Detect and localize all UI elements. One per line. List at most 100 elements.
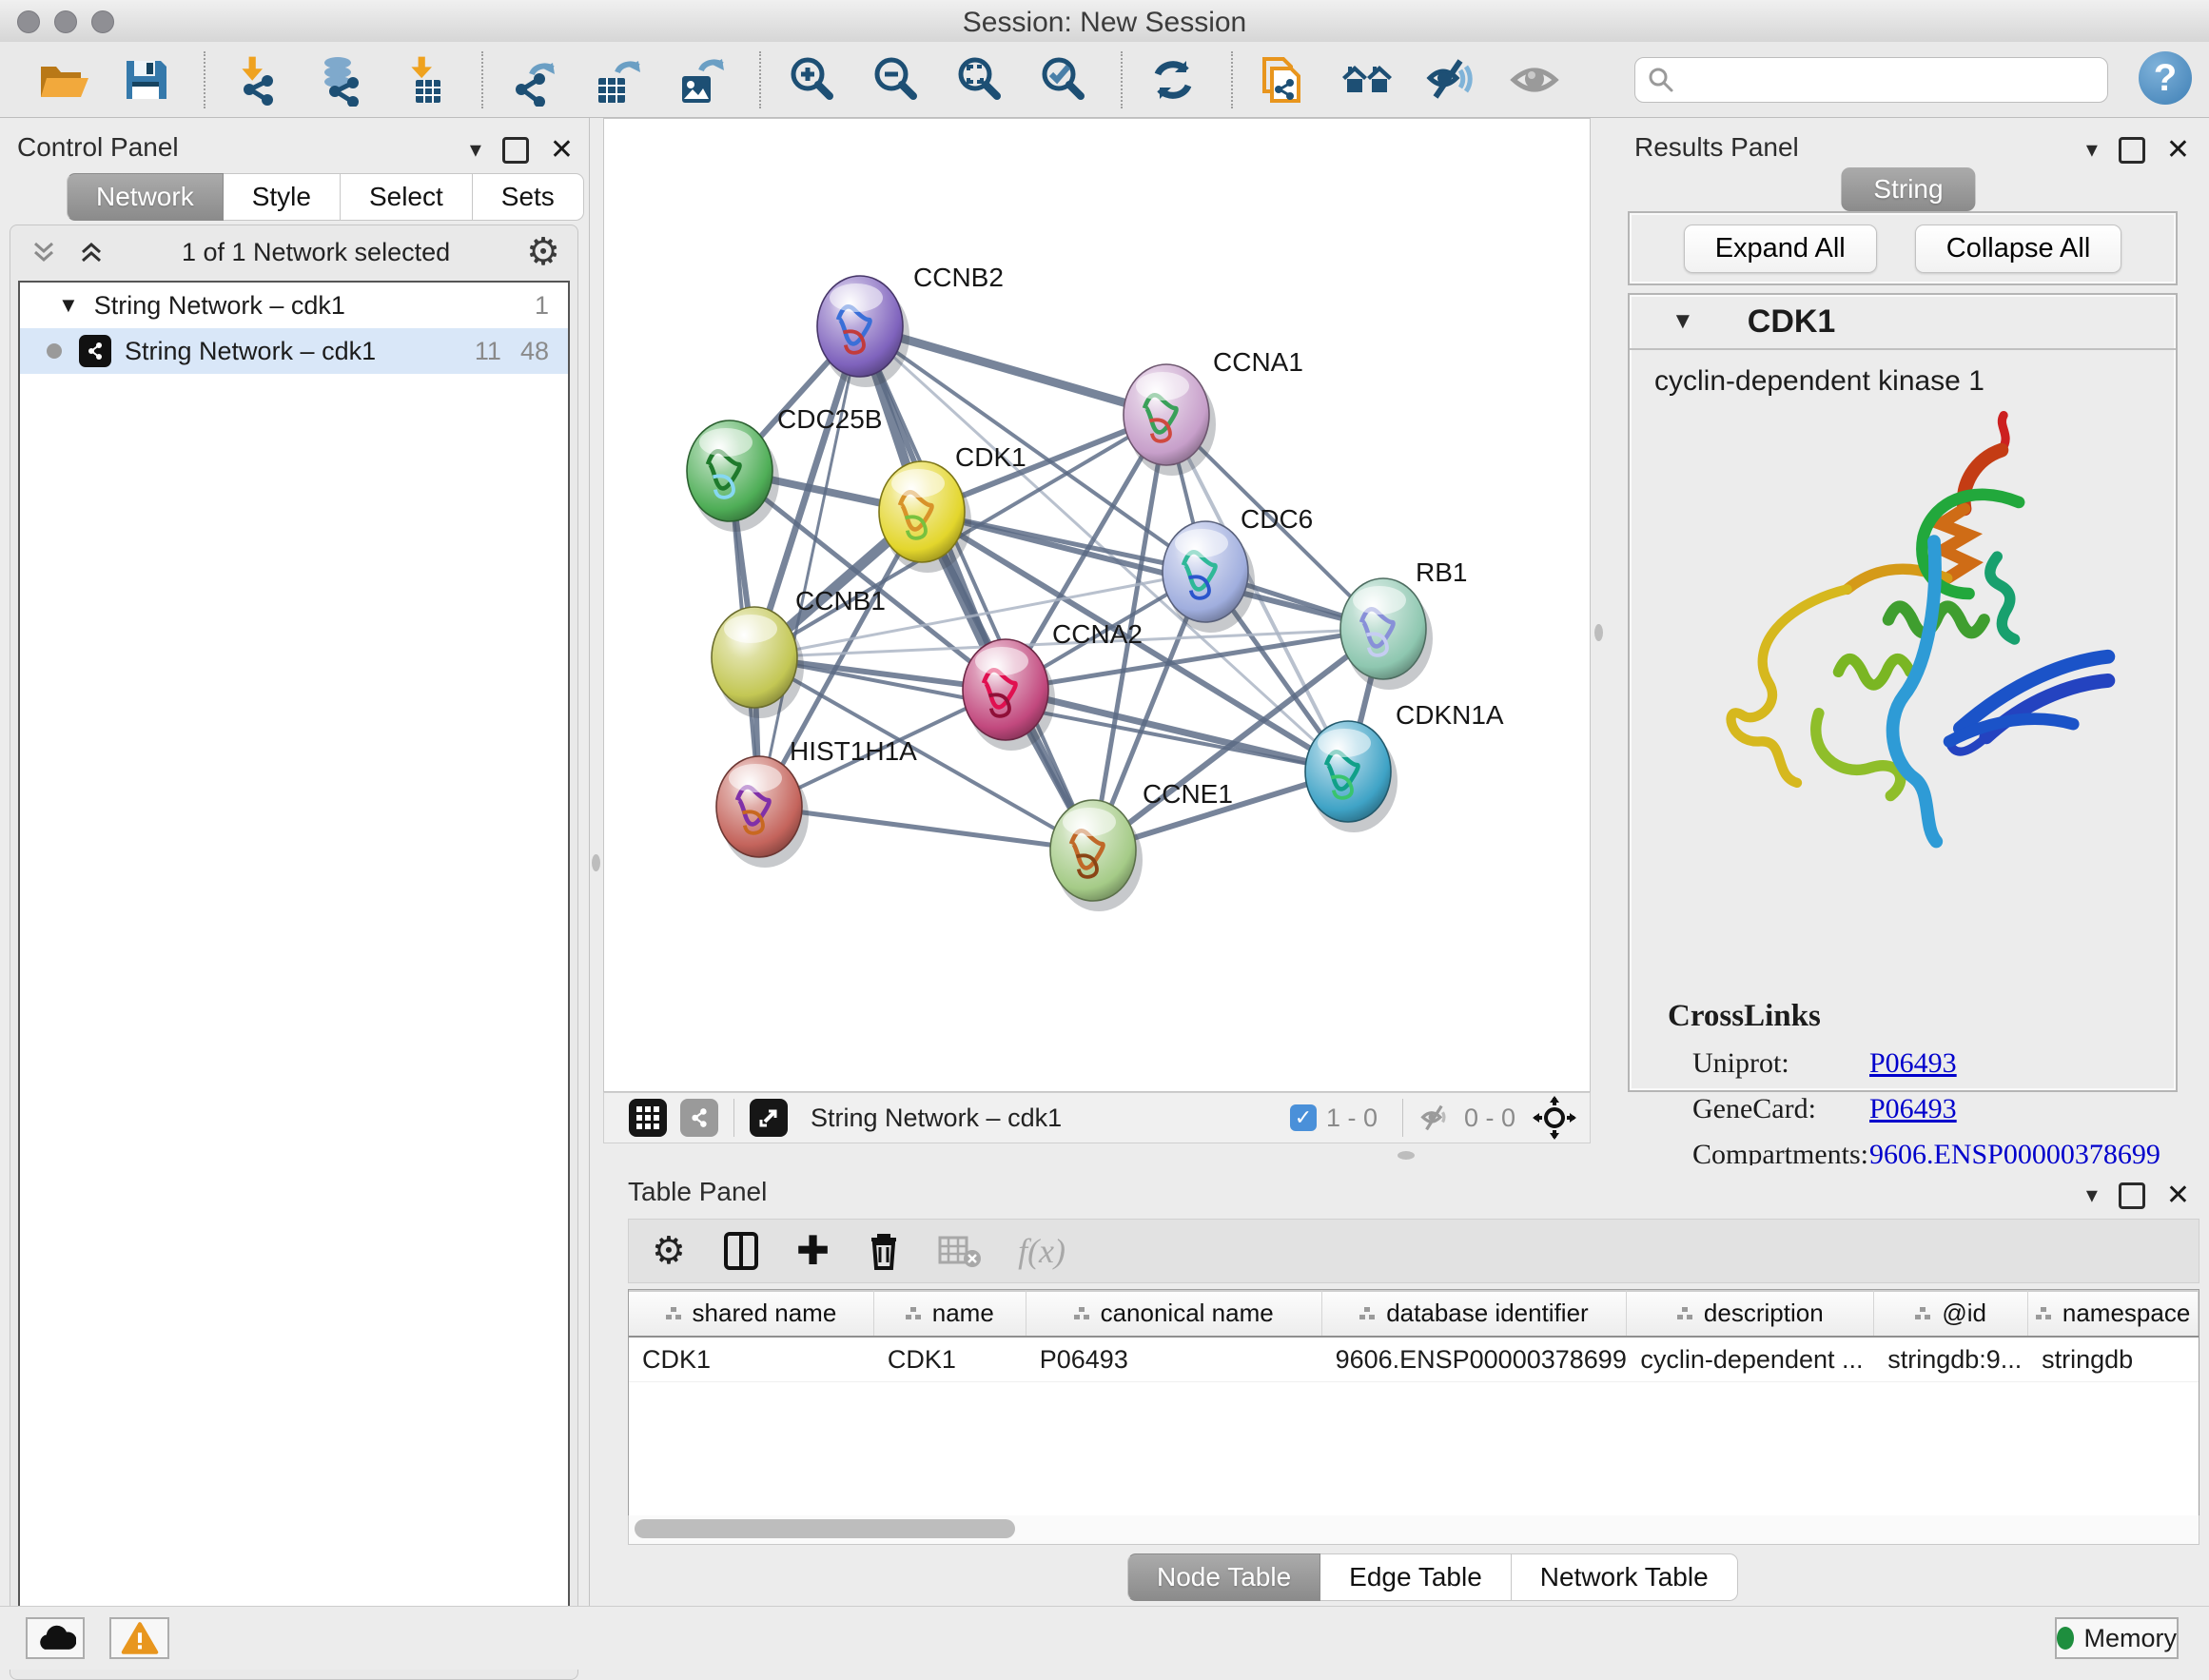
scrollbar-thumb[interactable] bbox=[635, 1519, 1015, 1538]
zoom-out-icon[interactable] bbox=[866, 50, 925, 109]
zoom-in-icon[interactable] bbox=[782, 50, 841, 109]
results-panel-float-icon[interactable] bbox=[2119, 137, 2145, 164]
expand-all-button[interactable]: Expand All bbox=[1684, 225, 1877, 273]
control-panel-float-icon[interactable] bbox=[502, 137, 529, 164]
horizontal-splitter-handle[interactable] bbox=[1398, 1151, 1415, 1160]
help-button[interactable]: ? bbox=[2139, 51, 2192, 105]
birds-eye-view-icon[interactable] bbox=[1533, 1096, 1576, 1140]
export-table-icon[interactable] bbox=[588, 50, 647, 109]
column-header-database-identifier[interactable]: database identifier bbox=[1322, 1290, 1628, 1336]
network-share-icon[interactable] bbox=[680, 1099, 718, 1137]
search-box[interactable] bbox=[1634, 57, 2108, 103]
table-horizontal-scrollbar[interactable] bbox=[628, 1515, 2199, 1545]
memory-button[interactable]: Memory bbox=[2055, 1617, 2179, 1659]
table-cell[interactable]: 9606.ENSP00000378699 bbox=[1322, 1338, 1628, 1381]
crosslink-link[interactable]: P06493 bbox=[1869, 1093, 1957, 1125]
export-network-icon[interactable] bbox=[504, 50, 563, 109]
network-node-CCNE1[interactable]: CCNE1 bbox=[1050, 779, 1233, 911]
table-row[interactable]: CDK1CDK1P064939606.ENSP00000378699cyclin… bbox=[629, 1338, 2199, 1382]
right-splitter-handle[interactable] bbox=[1594, 624, 1603, 641]
table-panel-float-icon[interactable] bbox=[2119, 1182, 2145, 1209]
documents-share-icon[interactable] bbox=[1254, 50, 1313, 109]
network-options-gear-icon[interactable]: ⚙ bbox=[526, 233, 560, 271]
save-session-icon[interactable] bbox=[116, 50, 175, 109]
open-session-icon[interactable] bbox=[32, 50, 91, 109]
tab-select[interactable]: Select bbox=[341, 173, 473, 221]
expand-all-networks-icon[interactable] bbox=[77, 238, 106, 266]
network-node-CCNA1[interactable]: CCNA1 bbox=[1124, 347, 1303, 476]
control-panel-menu-icon[interactable]: ▾ bbox=[470, 136, 481, 164]
collection-expand-icon[interactable]: ▼ bbox=[58, 293, 79, 318]
network-node-RB1[interactable]: RB1 bbox=[1340, 557, 1467, 690]
entry-header[interactable]: ▼ CDK1 bbox=[1630, 295, 2176, 350]
selected-checkbox-icon[interactable]: ✓ bbox=[1290, 1104, 1317, 1131]
import-network-from-database-icon[interactable] bbox=[310, 50, 369, 109]
network-view-canvas[interactable]: CCNB2CCNA1CDC25BCDK1CDC6RB1CCNB1CCNA2CDK… bbox=[603, 118, 1591, 1092]
table-cell[interactable]: P06493 bbox=[1026, 1338, 1322, 1381]
tab-network-table[interactable]: Network Table bbox=[1512, 1553, 1738, 1601]
import-table-from-file-icon[interactable] bbox=[394, 50, 453, 109]
control-panel-close-icon[interactable]: ✕ bbox=[550, 133, 574, 166]
svg-text:CDKN1A: CDKN1A bbox=[1396, 700, 1504, 730]
collection-name: String Network – cdk1 bbox=[94, 291, 345, 321]
tab-style[interactable]: Style bbox=[224, 173, 341, 221]
crosslink-link[interactable]: P06493 bbox=[1869, 1047, 1957, 1080]
svg-text:CDC25B: CDC25B bbox=[777, 404, 882, 434]
refresh-view-icon[interactable] bbox=[1144, 50, 1202, 109]
network-node-HIST1H1A[interactable]: HIST1H1A bbox=[716, 736, 917, 868]
results-panel-close-icon[interactable]: ✕ bbox=[2166, 133, 2190, 166]
svg-text:CCNB1: CCNB1 bbox=[795, 586, 886, 615]
zoom-fit-icon[interactable] bbox=[949, 50, 1008, 109]
left-splitter-handle[interactable] bbox=[592, 854, 600, 871]
hide-selected-icon[interactable] bbox=[1421, 50, 1480, 109]
network-node-CDC6[interactable]: CDC6 bbox=[1163, 504, 1313, 633]
collapse-all-networks-icon[interactable] bbox=[29, 238, 58, 266]
entry-collapse-icon[interactable]: ▼ bbox=[1671, 308, 1694, 335]
column-header-shared-name[interactable]: shared name bbox=[629, 1290, 874, 1336]
show-columns-icon[interactable] bbox=[722, 1230, 760, 1272]
tab-node-table[interactable]: Node Table bbox=[1127, 1553, 1320, 1601]
collapse-all-button[interactable]: Collapse All bbox=[1915, 225, 2122, 273]
table-cell[interactable]: CDK1 bbox=[874, 1338, 1026, 1381]
search-input[interactable] bbox=[1683, 65, 2107, 96]
crosslink-label: GeneCard: bbox=[1692, 1093, 1869, 1125]
import-network-from-file-icon[interactable] bbox=[226, 50, 285, 109]
results-panel-menu-icon[interactable]: ▾ bbox=[2086, 136, 2098, 164]
delete-column-trash-icon[interactable] bbox=[866, 1230, 902, 1272]
network-list: ▼ String Network – cdk1 1 String Network… bbox=[18, 281, 570, 1641]
network-node-CCNB2[interactable]: CCNB2 bbox=[817, 263, 1004, 387]
tab-edge-table[interactable]: Edge Table bbox=[1320, 1553, 1512, 1601]
export-image-icon[interactable] bbox=[672, 50, 731, 109]
warnings-button[interactable] bbox=[109, 1617, 169, 1659]
column-header-name[interactable]: name bbox=[874, 1290, 1026, 1336]
column-header-namespace[interactable]: namespace bbox=[2028, 1290, 2199, 1336]
table-panel-close-icon[interactable]: ✕ bbox=[2166, 1179, 2190, 1212]
tab-network[interactable]: Network bbox=[67, 173, 224, 221]
grid-view-icon[interactable] bbox=[629, 1099, 667, 1137]
table-panel-menu-icon[interactable]: ▾ bbox=[2086, 1182, 2098, 1209]
zoom-selected-icon[interactable] bbox=[1033, 50, 1092, 109]
column-header-description[interactable]: description bbox=[1627, 1290, 1874, 1336]
table-cell[interactable]: CDK1 bbox=[629, 1338, 874, 1381]
table-cell[interactable]: stringdb bbox=[2028, 1338, 2199, 1381]
table-cell[interactable]: stringdb:9... bbox=[1874, 1338, 2028, 1381]
open-in-new-window-icon[interactable] bbox=[750, 1099, 788, 1137]
network-node-CDKN1A[interactable]: CDKN1A bbox=[1305, 700, 1504, 832]
tab-string[interactable]: String bbox=[1841, 167, 1975, 211]
column-header-canonical-name[interactable]: canonical name bbox=[1026, 1290, 1322, 1336]
show-eye-icon[interactable] bbox=[1505, 50, 1564, 109]
crosslink-label: Uniprot: bbox=[1692, 1047, 1869, 1080]
column-header--id[interactable]: @id bbox=[1874, 1290, 2028, 1336]
create-column-plus-icon[interactable]: ✚ bbox=[796, 1231, 830, 1271]
network-collection-row[interactable]: ▼ String Network – cdk1 1 bbox=[20, 283, 568, 328]
network-statusbar: String Network – cdk1 ✓ 1 - 0 0 - 0 bbox=[603, 1092, 1591, 1143]
cloud-status-button[interactable] bbox=[26, 1617, 85, 1659]
houses-icon[interactable] bbox=[1338, 50, 1397, 109]
node-table[interactable]: shared namenamecanonical namedatabase id… bbox=[628, 1289, 2199, 1517]
svg-text:CDK1: CDK1 bbox=[955, 442, 1026, 472]
table-cell[interactable]: cyclin-dependent ... bbox=[1627, 1338, 1874, 1381]
table-settings-gear-icon[interactable]: ⚙ bbox=[652, 1232, 686, 1270]
crosslinks-title: CrossLinks bbox=[1668, 999, 2160, 1034]
tab-sets[interactable]: Sets bbox=[473, 173, 584, 221]
network-row[interactable]: String Network – cdk1 11 48 bbox=[20, 328, 568, 374]
